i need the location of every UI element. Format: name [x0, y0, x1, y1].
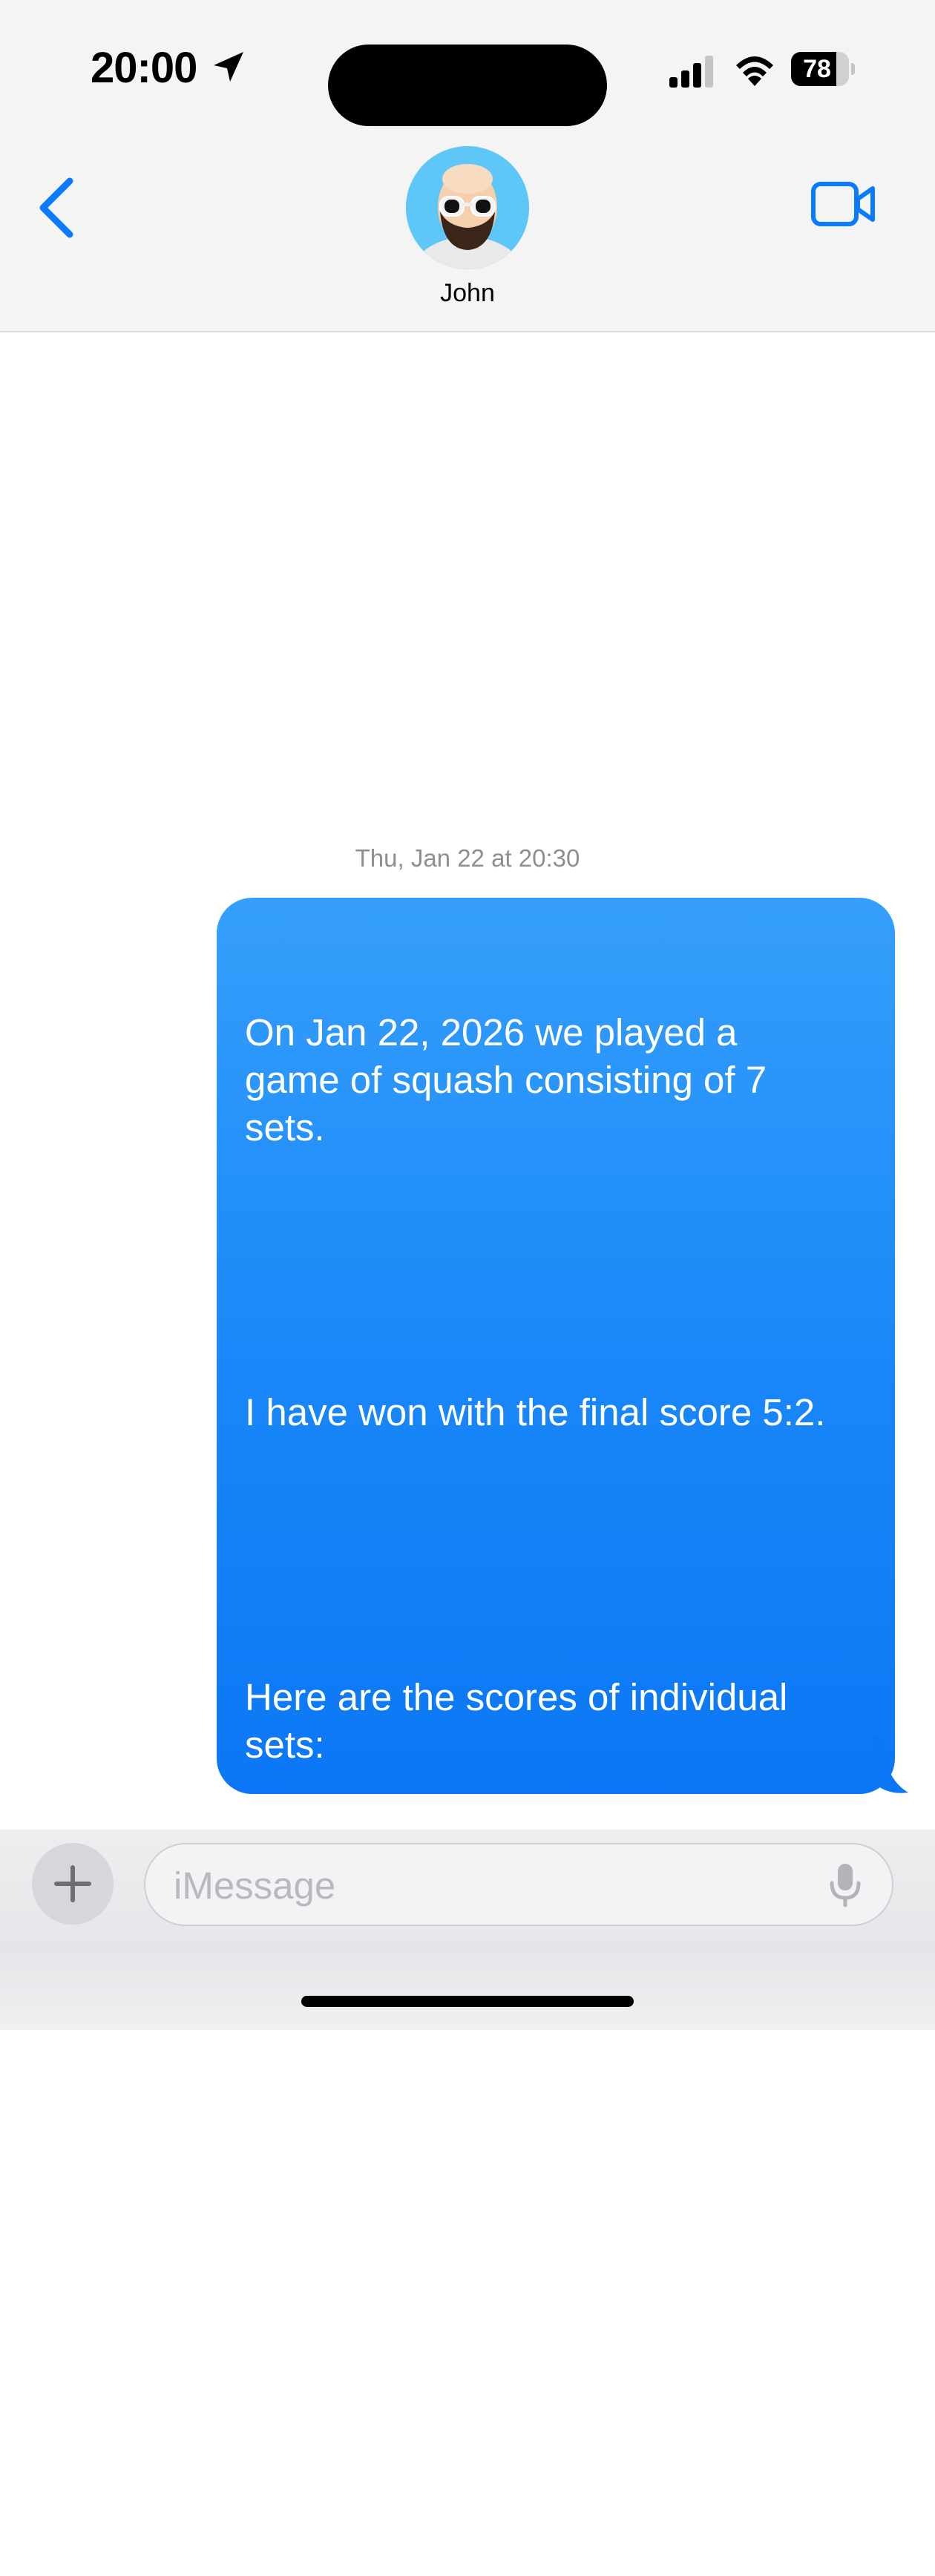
battery-tip: [851, 63, 855, 75]
battery-body: 78: [791, 52, 849, 86]
set-duration: (6m50s): [380, 2103, 519, 2146]
wifi-icon: [736, 56, 773, 86]
battery-percentage: 78: [803, 55, 831, 83]
message-body: On Jan 22, 2026 we played a game of squa…: [245, 914, 883, 2576]
set-duration: (6m22s): [380, 2056, 519, 2098]
imessage-placeholder: iMessage: [174, 1864, 336, 1907]
home-indicator: [301, 1996, 634, 2007]
location-arrow-icon: [214, 52, 243, 82]
plus-icon: [54, 1865, 91, 1902]
message-result: I have won with the final score 5:2.: [245, 1391, 826, 1433]
set-row: 7:11 (6m22s): [245, 2054, 883, 2101]
set-row: 11:8 (6m50s): [245, 2101, 883, 2149]
set-score: 11:8: [245, 2103, 316, 2146]
contact-name[interactable]: John: [0, 279, 935, 308]
dynamic-island: [328, 45, 607, 126]
cellular-signal-icon: [669, 56, 713, 88]
set-score: 7:11: [245, 2056, 316, 2098]
battery-icon: 78: [791, 52, 855, 86]
video-camera-icon: [811, 182, 875, 226]
status-bar: 20:00 78: [0, 0, 935, 134]
back-button[interactable]: [27, 169, 86, 240]
facetime-video-button[interactable]: [810, 178, 877, 230]
avatar-memoji: [406, 146, 529, 269]
microphone-icon[interactable]: [828, 1862, 862, 1908]
sets-heading: Here are the scores of individual sets:: [245, 1676, 788, 1766]
set-duration: (6m35s): [380, 2151, 519, 2193]
back-chevron-icon: [39, 177, 73, 238]
set-row: 5:11 (6m35s): [245, 2149, 883, 2196]
message-timestamp: Thu, Jan 22 at 20:30: [355, 844, 580, 872]
apps-plus-button[interactable]: [32, 1843, 114, 1925]
status-time: 20:00: [91, 44, 197, 92]
set-score: 5:11: [245, 2151, 316, 2193]
message-intro: On Jan 22, 2026 we played a game of squa…: [245, 1011, 767, 1149]
message-footer: Powered by Squashy: [245, 2483, 603, 2526]
contact-avatar[interactable]: [406, 146, 529, 269]
